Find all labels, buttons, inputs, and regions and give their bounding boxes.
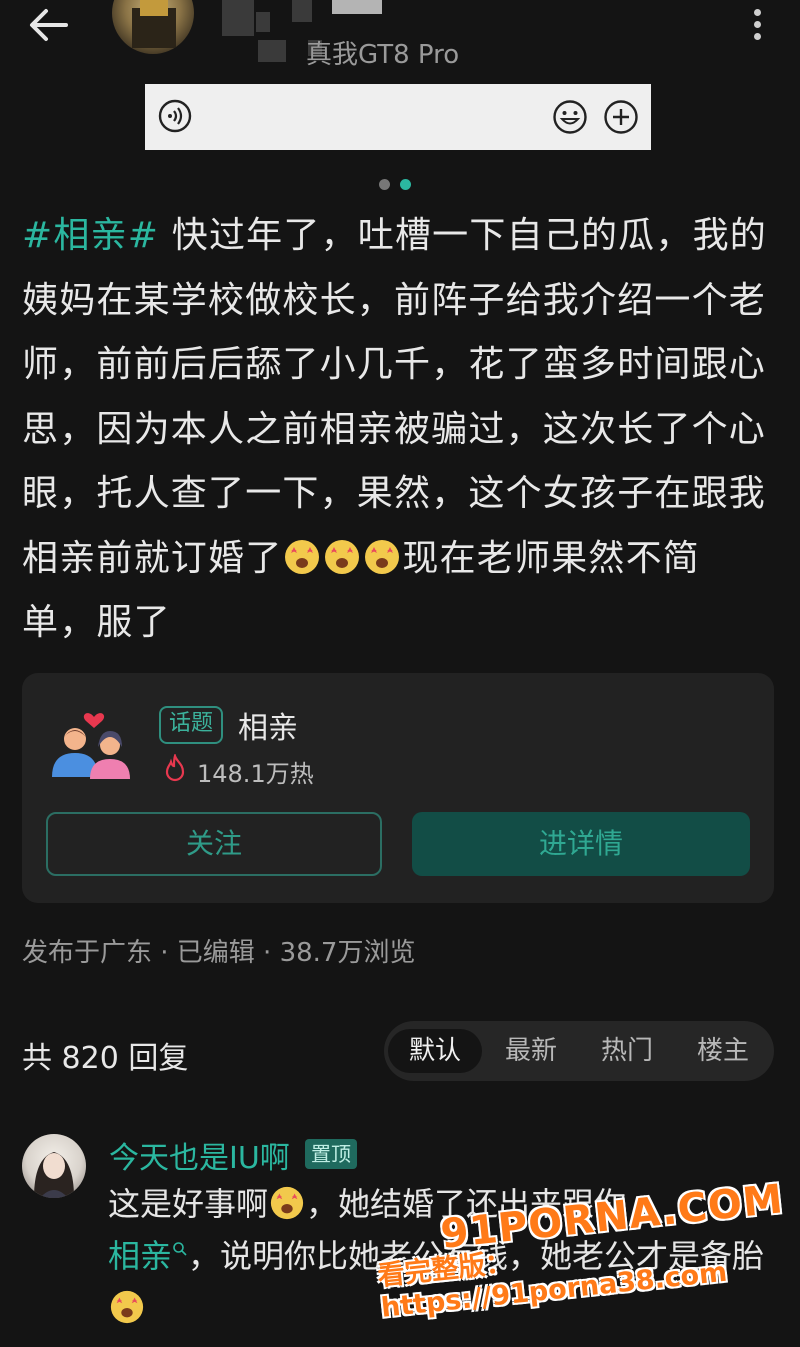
back-button[interactable] — [26, 2, 72, 48]
sort-tab-latest[interactable]: 最新 — [484, 1029, 578, 1073]
fire-icon — [165, 754, 185, 782]
topic-name[interactable]: 相亲 — [238, 703, 298, 747]
post-meta: 发布于广东 · 已编辑 · 38.7万浏览 — [22, 938, 416, 968]
voice-icon[interactable] — [158, 99, 192, 133]
arrow-left-icon — [30, 9, 68, 41]
reply-count: 共 820 回复 — [22, 1041, 189, 1076]
plus-circle-icon[interactable] — [603, 99, 639, 135]
commenter-name[interactable]: 今天也是IU啊 — [109, 1133, 290, 1177]
topic-heat: 148.1万热 — [197, 760, 314, 788]
topic-tag: 话题 — [159, 706, 224, 744]
device-label: 真我GT8 Pro — [306, 40, 460, 70]
star-eyes-emoji-icon — [270, 1186, 304, 1220]
sort-tab-default[interactable]: 默认 — [388, 1029, 482, 1073]
pinned-badge: 置顶 — [305, 1139, 357, 1169]
follow-topic-button[interactable]: 关注 — [46, 812, 382, 876]
more-button[interactable] — [742, 4, 772, 48]
emoji-icon[interactable] — [552, 99, 588, 135]
comment-text-part1: 这是好事啊 — [108, 1185, 269, 1223]
more-vertical-icon — [742, 9, 772, 40]
sort-tab-author[interactable]: 楼主 — [676, 1029, 770, 1073]
page-indicator — [379, 175, 421, 194]
hashtag-link[interactable]: #相亲# — [22, 215, 159, 256]
commenter-avatar[interactable] — [22, 1134, 86, 1198]
couple-heart-icon — [52, 713, 130, 779]
star-eyes-emoji-icon — [365, 539, 400, 574]
author-avatar[interactable] — [112, 0, 194, 54]
star-eyes-emoji-icon — [325, 539, 360, 574]
comment-search-link[interactable]: 相亲 — [108, 1237, 172, 1275]
post-body: #相亲# 快过年了，吐槽一下自己的瓜，我的姨妈在某学校做校长，前阵子给我介绍一个… — [22, 204, 770, 656]
star-eyes-emoji-icon — [285, 539, 320, 574]
topic-detail-button[interactable]: 进详情 — [412, 812, 750, 876]
post-text-part1: 快过年了，吐槽一下自己的瓜，我的姨妈在某学校做校长，前阵子给我介绍一个老师，前前… — [22, 215, 767, 579]
star-eyes-emoji-icon — [110, 1290, 144, 1324]
search-icon — [173, 1242, 187, 1256]
sort-tab-hot[interactable]: 热门 — [580, 1029, 674, 1073]
